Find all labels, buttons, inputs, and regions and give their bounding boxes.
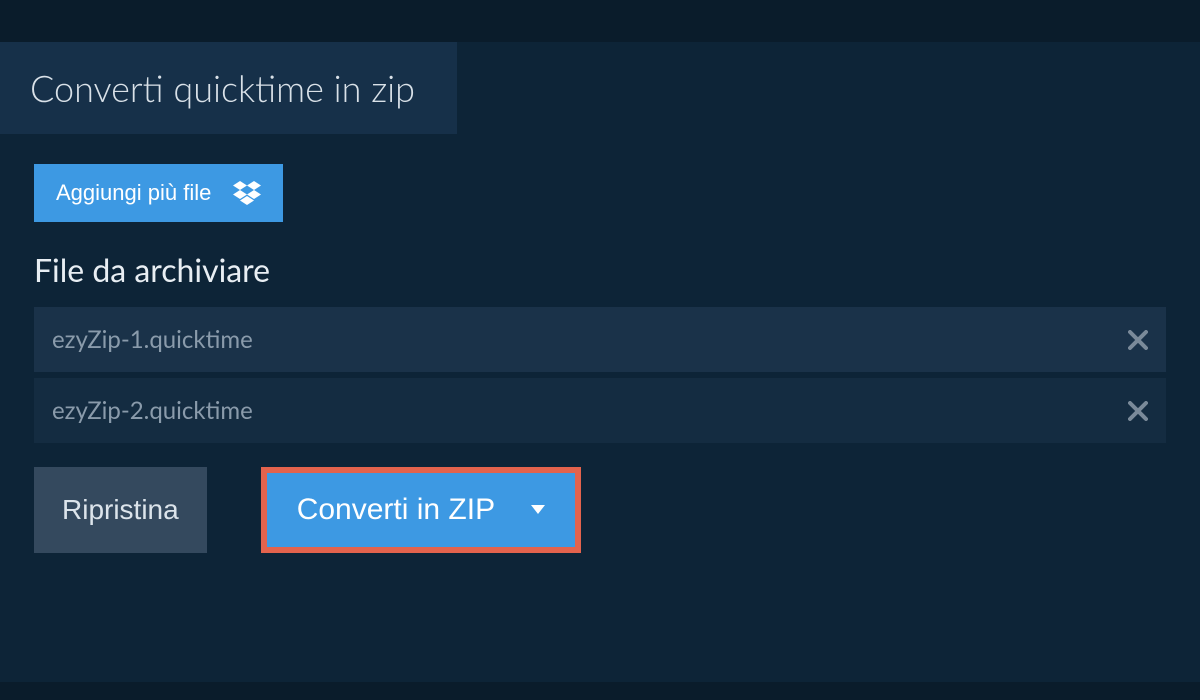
top-bar <box>0 0 1200 42</box>
active-tab[interactable]: Converti quicktime in zip <box>0 42 457 134</box>
reset-button[interactable]: Ripristina <box>34 467 207 553</box>
remove-file-icon[interactable] <box>1128 330 1148 350</box>
convert-highlight-border: Converti in ZIP <box>261 467 581 553</box>
actions-row: Ripristina Converti in ZIP <box>34 467 1166 553</box>
dropbox-icon <box>233 181 261 205</box>
add-files-label: Aggiungi più file <box>56 180 211 206</box>
file-name: ezyZip-1.quicktime <box>52 325 253 354</box>
tab-title: Converti quicktime in zip <box>30 66 415 110</box>
convert-to-zip-button[interactable]: Converti in ZIP <box>267 473 575 547</box>
reset-label: Ripristina <box>62 494 179 525</box>
files-to-archive-heading: File da archiviare <box>34 250 1166 289</box>
file-row: ezyZip-2.quicktime <box>34 378 1166 443</box>
add-more-files-button[interactable]: Aggiungi più file <box>34 164 283 222</box>
main-content: Aggiungi più file File da archiviare ezy… <box>0 134 1200 553</box>
file-name: ezyZip-2.quicktime <box>52 396 253 425</box>
convert-label: Converti in ZIP <box>297 493 495 527</box>
file-row: ezyZip-1.quicktime <box>34 307 1166 372</box>
caret-down-icon <box>531 505 545 515</box>
remove-file-icon[interactable] <box>1128 401 1148 421</box>
bottom-bar <box>0 682 1200 700</box>
